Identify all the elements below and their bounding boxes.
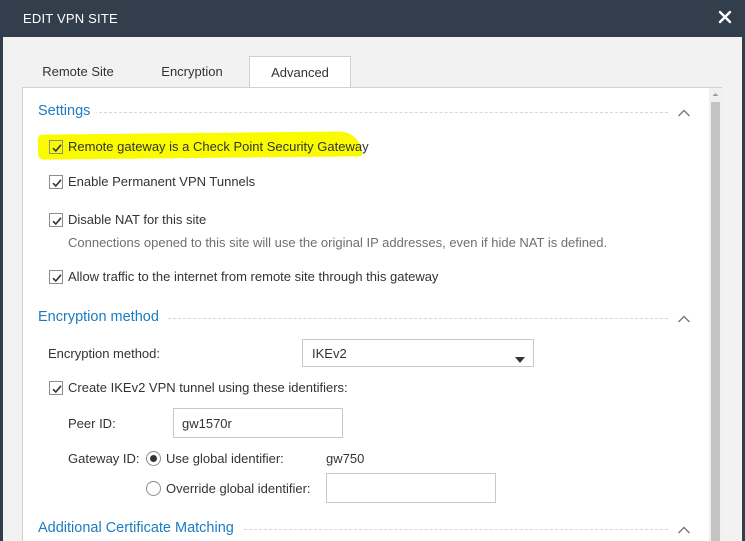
remote-gateway-checkbox[interactable]	[49, 140, 63, 154]
tab-remote-site[interactable]: Remote Site	[22, 56, 134, 87]
encryption-method-label: Encryption method:	[48, 346, 161, 361]
disable-nat-checkbox[interactable]	[49, 213, 63, 227]
scrollbar-thumb[interactable]	[711, 102, 720, 541]
use-global-label: Use global identifier:	[166, 451, 284, 466]
dropdown-caret-icon	[515, 351, 525, 363]
section-divider	[94, 112, 668, 113]
gateway-id-label: Gateway ID:	[68, 451, 140, 466]
encryption-method-value: IKEv2	[312, 346, 347, 361]
radio-selected-dot	[150, 455, 157, 462]
close-icon[interactable]	[718, 10, 732, 24]
use-global-radio[interactable]	[146, 451, 161, 466]
disable-nat-description: Connections opened to this site will use…	[68, 235, 608, 250]
chevron-up-icon[interactable]	[677, 106, 691, 117]
scroll-up-arrow-icon[interactable]	[709, 88, 722, 101]
allow-internet-label: Allow traffic to the internet from remot…	[68, 269, 439, 284]
ikev2-tunnel-checkbox[interactable]	[49, 381, 63, 395]
chevron-up-icon[interactable]	[677, 312, 691, 323]
override-global-label: Override global identifier:	[166, 481, 311, 496]
ikev2-tunnel-label: Create IKEv2 VPN tunnel using these iden…	[68, 380, 348, 395]
section-divider	[244, 529, 668, 530]
remote-gateway-label: Remote gateway is a Check Point Security…	[68, 139, 369, 154]
dialog-titlebar: EDIT VPN SITE	[0, 0, 745, 37]
tab-advanced[interactable]: Advanced	[249, 56, 351, 88]
section-title-additional-certificate[interactable]: Additional Certificate Matching	[38, 520, 240, 536]
permanent-tunnels-label: Enable Permanent VPN Tunnels	[68, 174, 256, 189]
section-title-settings[interactable]: Settings	[38, 103, 97, 119]
permanent-tunnels-checkbox[interactable]	[49, 175, 63, 189]
override-global-radio[interactable]	[146, 481, 161, 496]
chevron-up-icon[interactable]	[677, 523, 691, 534]
disable-nat-label: Disable NAT for this site	[68, 212, 207, 227]
section-divider	[168, 318, 668, 319]
dialog-title: EDIT VPN SITE	[23, 11, 118, 26]
encryption-method-select[interactable]: IKEv2	[302, 339, 534, 367]
scrollbar[interactable]	[709, 88, 722, 541]
peer-id-label: Peer ID:	[68, 416, 116, 431]
section-title-encryption-method[interactable]: Encryption method	[38, 309, 165, 325]
override-identifier-input[interactable]	[326, 473, 496, 503]
global-identifier-value: gw750	[326, 451, 365, 466]
peer-id-input[interactable]	[173, 408, 343, 438]
allow-internet-checkbox[interactable]	[49, 270, 63, 284]
tab-encryption[interactable]: Encryption	[136, 56, 248, 87]
